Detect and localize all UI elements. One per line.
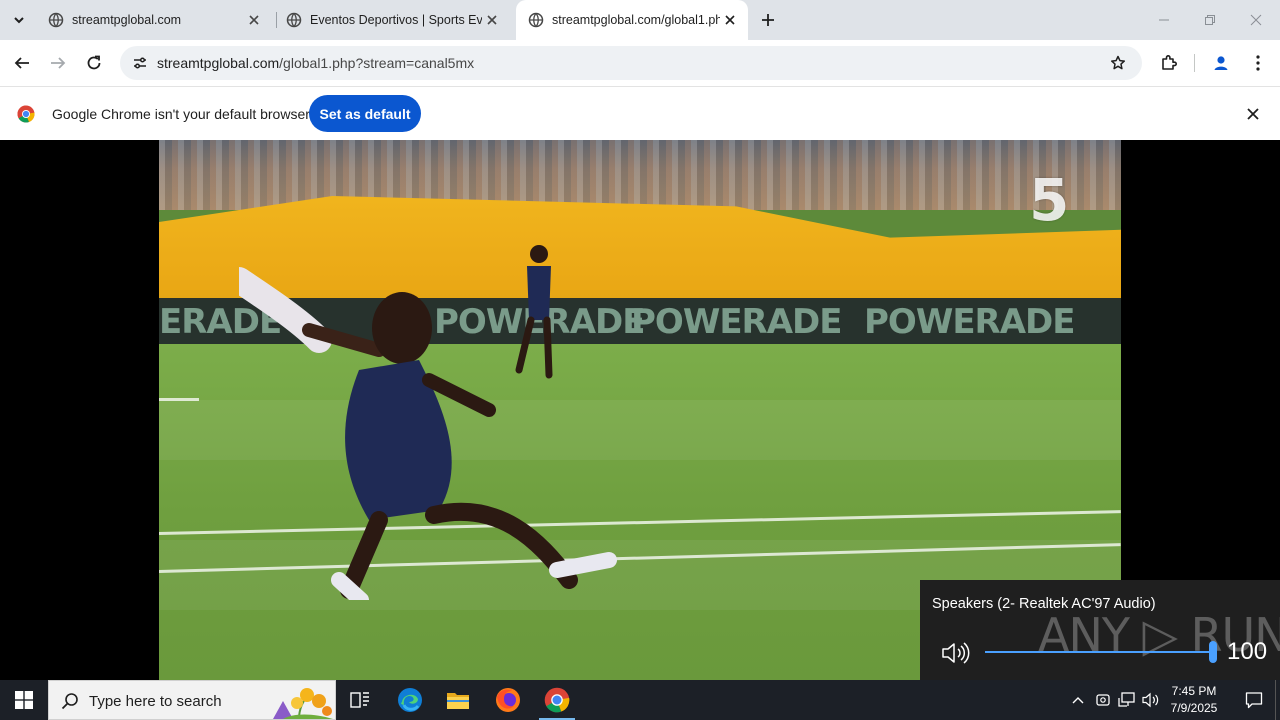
chrome-logo-icon bbox=[17, 105, 35, 123]
task-view-button[interactable] bbox=[336, 680, 384, 720]
plus-icon bbox=[762, 14, 774, 26]
forward-button[interactable] bbox=[42, 47, 74, 79]
volume-slider-thumb[interactable] bbox=[1209, 641, 1217, 663]
url-domain: streamtpglobal.com bbox=[157, 55, 280, 71]
infobar-message: Google Chrome isn't your default browser bbox=[52, 106, 310, 122]
close-tab-button[interactable] bbox=[720, 10, 740, 30]
video-player-figure bbox=[239, 267, 617, 600]
file-explorer-icon bbox=[447, 693, 469, 709]
tab-global1-active[interactable]: streamtpglobal.com/global1.ph bbox=[516, 0, 748, 40]
channel-5-logo: 5 bbox=[1029, 166, 1070, 234]
site-info-button[interactable] bbox=[128, 51, 152, 75]
restore-icon bbox=[1205, 15, 1215, 25]
start-button[interactable] bbox=[0, 680, 48, 720]
globe-icon bbox=[48, 12, 64, 28]
pitch-line bbox=[159, 398, 199, 401]
windows-taskbar: Type here to search 7:45 PM 7/9/2025 bbox=[0, 680, 1280, 720]
tab-title: Eventos Deportivos | Sports Eve bbox=[310, 13, 482, 27]
extensions-icon bbox=[1162, 55, 1177, 70]
default-browser-infobar: Google Chrome isn't your default browser… bbox=[0, 86, 1280, 140]
close-icon bbox=[249, 15, 259, 25]
action-center-button[interactable] bbox=[1234, 680, 1274, 720]
tab-strip: streamtpglobal.com Eventos Deportivos | … bbox=[0, 0, 1280, 40]
menu-icon bbox=[1256, 55, 1260, 71]
network-icon bbox=[1118, 692, 1135, 707]
url-path: /global1.php?stream=canal5mx bbox=[279, 55, 475, 71]
edge-icon bbox=[398, 688, 422, 712]
restore-button[interactable] bbox=[1187, 0, 1233, 40]
set-as-default-button[interactable]: Set as default bbox=[309, 95, 421, 132]
close-window-button[interactable] bbox=[1233, 0, 1279, 40]
minimize-icon bbox=[1159, 19, 1169, 21]
volume-icon bbox=[1142, 692, 1159, 708]
meet-icon bbox=[1096, 694, 1110, 706]
tray-meet-now[interactable] bbox=[1092, 680, 1114, 720]
back-button[interactable] bbox=[6, 47, 38, 79]
board-text: POWERADE bbox=[864, 302, 1075, 342]
globe-icon bbox=[528, 12, 544, 28]
back-icon bbox=[14, 57, 29, 69]
close-icon bbox=[1250, 14, 1262, 26]
profile-icon bbox=[1214, 56, 1228, 70]
clock-date: 7/9/2025 bbox=[1170, 701, 1218, 715]
new-tab-button[interactable] bbox=[756, 8, 780, 32]
reload-button[interactable] bbox=[78, 47, 110, 79]
close-icon bbox=[487, 15, 497, 25]
taskbar-search-placeholder: Type here to search bbox=[89, 693, 222, 710]
chrome-icon bbox=[544, 687, 570, 713]
tray-network[interactable] bbox=[1115, 680, 1139, 720]
speaker-icon[interactable] bbox=[940, 640, 970, 666]
tab-streamtpglobal[interactable]: streamtpglobal.com bbox=[36, 0, 272, 40]
extensions-button[interactable] bbox=[1153, 47, 1185, 79]
volume-flyout: ANY ▷ RUN Speakers (2- Realtek AC'97 Aud… bbox=[920, 580, 1280, 680]
taskbar-file-explorer[interactable] bbox=[434, 680, 482, 720]
firefox-icon bbox=[496, 688, 520, 712]
taskbar-clock[interactable]: 7:45 PM 7/9/2025 bbox=[1162, 683, 1226, 717]
tab-search-button[interactable] bbox=[6, 7, 32, 33]
search-highlight-image bbox=[273, 688, 333, 719]
video-crowd-texture bbox=[159, 140, 1121, 210]
volume-level: 100 bbox=[1227, 638, 1268, 665]
address-bar[interactable]: streamtpglobal.com/global1.php?stream=ca… bbox=[120, 46, 1142, 80]
search-icon bbox=[61, 693, 78, 710]
reload-icon bbox=[87, 55, 101, 70]
task-view-icon bbox=[350, 692, 369, 708]
tab-title: streamtpglobal.com/global1.ph bbox=[552, 13, 720, 27]
chevron-up-icon bbox=[1072, 697, 1084, 704]
minimize-button[interactable] bbox=[1141, 0, 1187, 40]
globe-icon bbox=[286, 12, 302, 28]
profile-button[interactable] bbox=[1205, 47, 1237, 79]
browser-toolbar: streamtpglobal.com/global1.php?stream=ca… bbox=[0, 40, 1280, 86]
infobar-close-button[interactable] bbox=[1243, 104, 1263, 124]
windows-start-icon bbox=[15, 691, 33, 709]
close-icon bbox=[725, 15, 735, 25]
video-background-player bbox=[515, 245, 553, 379]
tab-eventos-deportivos[interactable]: Eventos Deportivos | Sports Eve bbox=[274, 0, 510, 40]
tab-search-icon bbox=[14, 17, 24, 24]
clock-time: 7:45 PM bbox=[1171, 684, 1217, 698]
tab-title: streamtpglobal.com bbox=[72, 13, 182, 27]
notification-icon bbox=[1245, 692, 1263, 709]
show-desktop-button[interactable] bbox=[1275, 680, 1280, 720]
star-icon bbox=[1110, 55, 1126, 70]
volume-slider-track[interactable] bbox=[985, 651, 1213, 653]
url-text: streamtpglobal.com/global1.php?stream=ca… bbox=[157, 55, 474, 71]
close-icon bbox=[1247, 108, 1259, 120]
chrome-menu-button[interactable] bbox=[1242, 47, 1274, 79]
forward-icon bbox=[51, 57, 66, 69]
close-tab-button[interactable] bbox=[482, 10, 502, 30]
taskbar-edge[interactable] bbox=[386, 680, 434, 720]
taskbar-chrome[interactable] bbox=[533, 680, 581, 720]
taskbar-firefox[interactable] bbox=[484, 680, 532, 720]
bookmark-button[interactable] bbox=[1106, 51, 1130, 75]
taskbar-search-box[interactable]: Type here to search bbox=[48, 680, 336, 720]
show-hidden-icons-button[interactable] bbox=[1066, 680, 1090, 720]
toolbar-divider bbox=[1194, 54, 1195, 72]
site-info-icon bbox=[134, 57, 146, 69]
close-tab-button[interactable] bbox=[244, 10, 264, 30]
audio-device-name[interactable]: Speakers (2- Realtek AC'97 Audio) bbox=[932, 596, 1156, 612]
tray-volume[interactable] bbox=[1139, 680, 1163, 720]
